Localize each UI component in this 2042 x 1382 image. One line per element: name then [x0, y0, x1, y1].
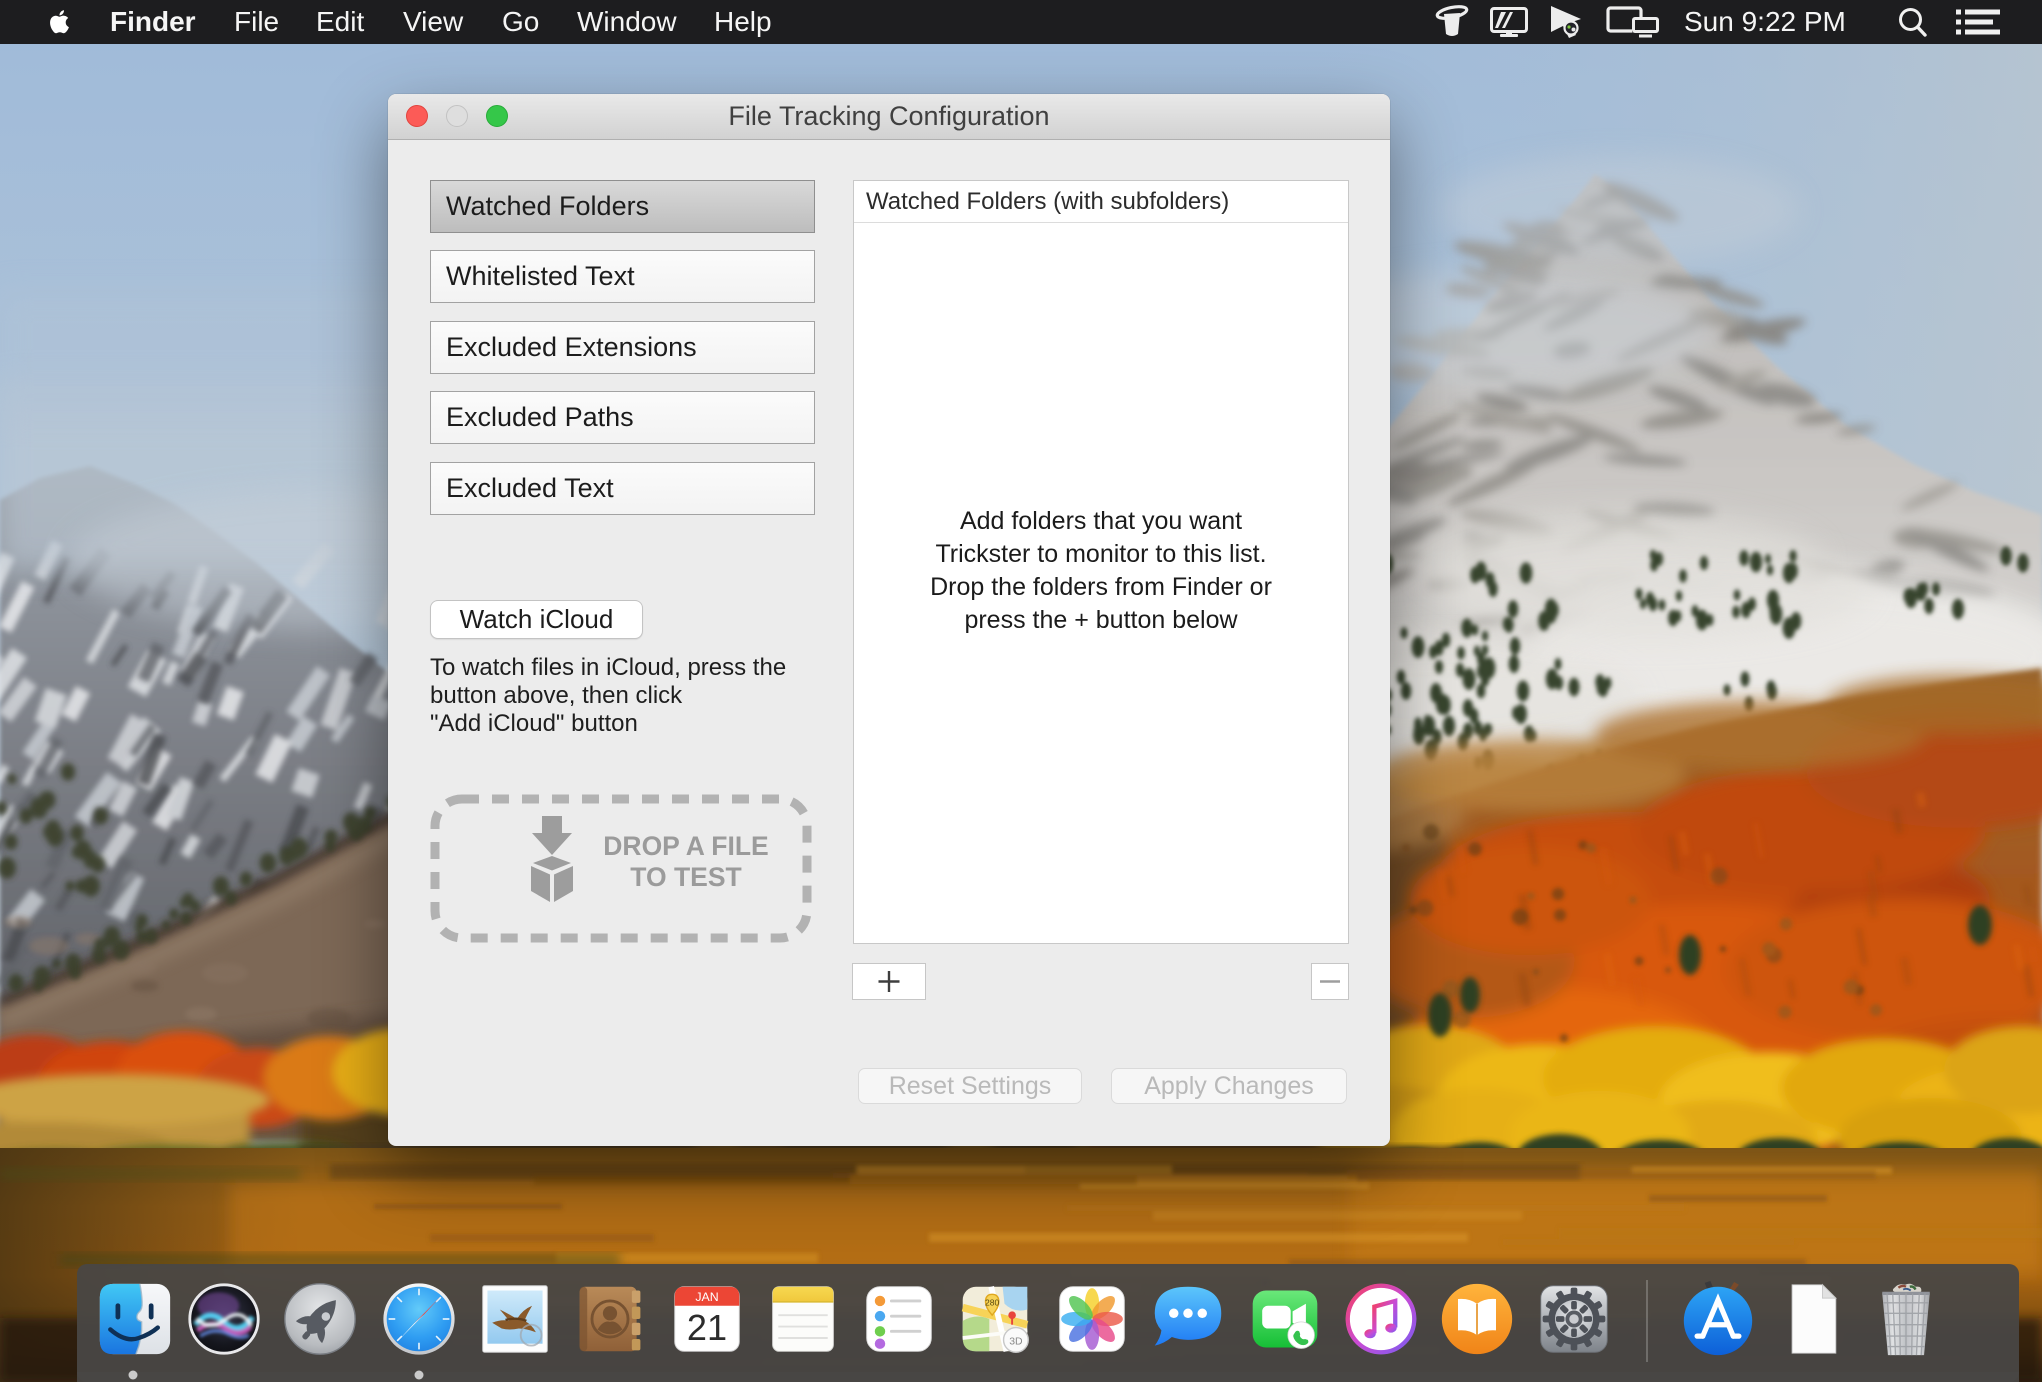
svg-text:21: 21: [687, 1307, 727, 1348]
svg-text:DROP A FILE: DROP A FILE: [603, 831, 768, 861]
svg-text:3D: 3D: [1009, 1337, 1023, 1348]
svg-text:280: 280: [985, 1298, 1000, 1308]
svg-text:JAN: JAN: [695, 1290, 718, 1304]
svg-text:TO TEST: TO TEST: [630, 862, 741, 892]
